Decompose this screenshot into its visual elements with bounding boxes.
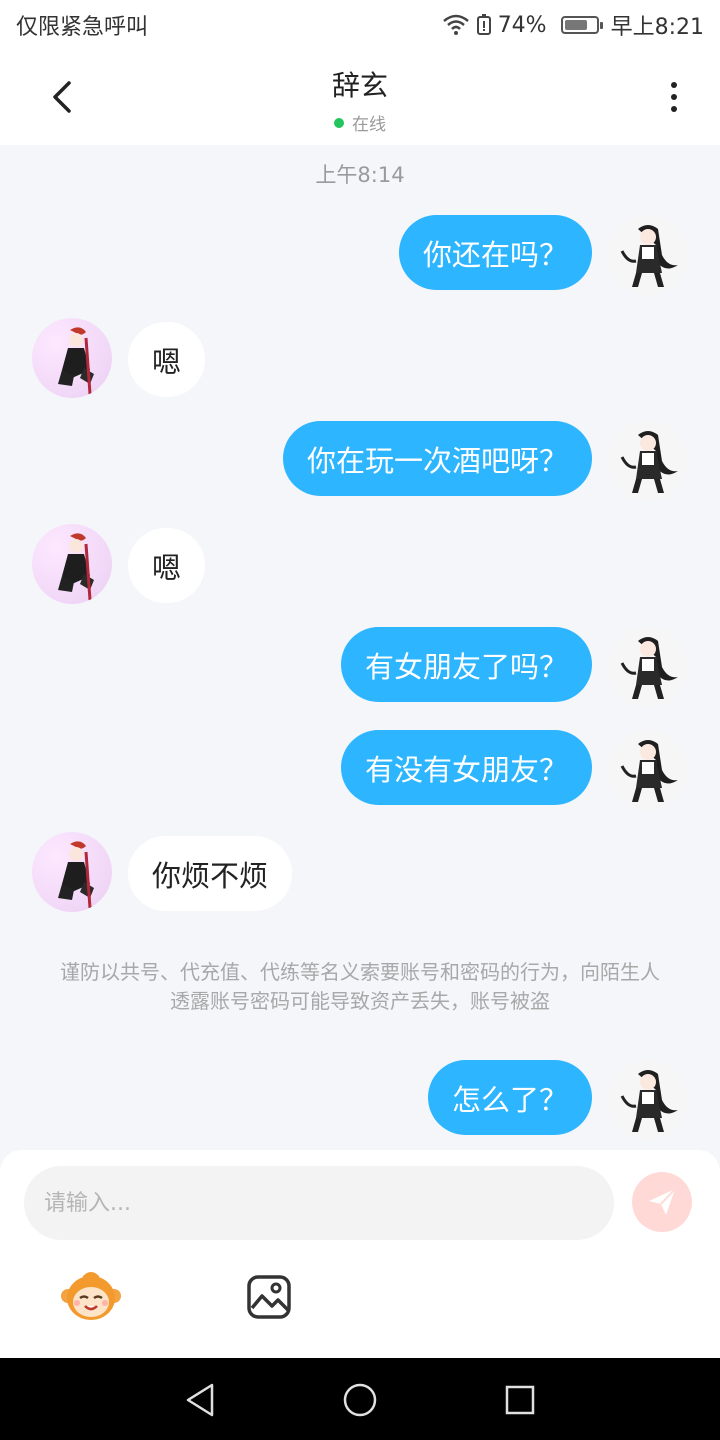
self-avatar[interactable] — [608, 421, 688, 501]
title-wrap: 辞玄 在线 — [0, 64, 720, 135]
message-row-incoming: 嗯 — [0, 318, 720, 400]
message-row-incoming: 嗯 — [0, 524, 720, 606]
girl-avatar-icon — [608, 627, 688, 707]
more-dot — [671, 106, 677, 112]
boy-avatar-icon — [58, 841, 94, 909]
battery-percent: 74% — [497, 12, 547, 38]
boy-avatar-icon — [58, 533, 94, 601]
outgoing-bubble[interactable]: 有女朋友了吗？ — [340, 627, 592, 702]
presence-status: 在线 — [0, 110, 720, 135]
girl-avatar-icon — [608, 215, 688, 295]
peer-avatar[interactable] — [32, 318, 112, 398]
battery-icon — [560, 16, 603, 34]
message-row-outgoing: 有没有女朋友？ — [0, 730, 720, 812]
peer-avatar[interactable] — [32, 524, 112, 604]
self-avatar[interactable] — [608, 627, 688, 707]
incoming-bubble[interactable]: 嗯 — [128, 322, 206, 397]
battery-level — [564, 20, 587, 30]
incoming-bubble[interactable]: 嗯 — [128, 528, 206, 603]
message-row-outgoing: 怎么了？ — [0, 1060, 720, 1142]
emoji-button[interactable] — [60, 1270, 122, 1322]
paper-plane-icon — [649, 1188, 676, 1215]
send-button[interactable] — [632, 1172, 692, 1232]
contact-name: 辞玄 — [331, 69, 388, 102]
presence-label: 在线 — [352, 115, 386, 135]
image-button[interactable] — [246, 1274, 292, 1320]
message-row-incoming: 你烦不烦 — [0, 832, 720, 914]
triangle-back-icon — [186, 1383, 214, 1417]
self-avatar[interactable] — [608, 1060, 688, 1140]
outgoing-bubble[interactable]: 有没有女朋友？ — [340, 730, 592, 805]
system-nav-bar — [0, 1358, 720, 1440]
message-timestamp: 上午8:14 — [315, 163, 405, 187]
more-vertical-icon — [671, 82, 677, 88]
outgoing-bubble[interactable]: 怎么了？ — [427, 1060, 592, 1135]
square-recent-icon — [505, 1385, 535, 1415]
message-row-outgoing: 有女朋友了吗？ — [0, 627, 720, 709]
message-row-outgoing: 你还在吗？ — [0, 215, 720, 297]
outgoing-bubble[interactable]: 你在玩一次酒吧呀？ — [282, 421, 592, 496]
wifi-icon — [442, 14, 469, 35]
monkey-emoji-icon — [61, 1272, 121, 1320]
security-notice: 谨防以共号、代充值、代练等名义索要账号和密码的行为，向陌生人透露账号密码可能导致… — [60, 960, 660, 1013]
composer — [0, 1150, 720, 1358]
nav-home-button[interactable] — [340, 1380, 380, 1420]
message-input[interactable] — [24, 1166, 614, 1240]
status-icons: 74% 早上8:21 — [442, 9, 704, 41]
message-list[interactable]: 上午8:14 你还在吗？ 嗯 你在玩一次酒吧呀？ 嗯 有女朋友了吗？ 有没有女朋… — [0, 145, 720, 1150]
status-bar: 仅限紧急呼叫 74% 早上8:21 — [0, 0, 720, 50]
outgoing-bubble[interactable]: 你还在吗？ — [398, 215, 592, 290]
image-icon — [247, 1275, 291, 1319]
boy-avatar-icon — [58, 327, 94, 395]
clock: 早上8:21 — [610, 15, 704, 40]
carrier-text: 仅限紧急呼叫 — [16, 15, 149, 40]
girl-avatar-icon — [608, 421, 688, 501]
more-dot — [671, 94, 677, 100]
girl-avatar-icon — [608, 730, 688, 810]
peer-avatar[interactable] — [32, 832, 112, 912]
self-avatar[interactable] — [608, 215, 688, 295]
girl-avatar-icon — [608, 1060, 688, 1140]
online-dot — [334, 117, 344, 128]
nav-recent-button[interactable] — [500, 1380, 540, 1420]
battery-alert-icon — [476, 14, 491, 35]
nav-back-button[interactable] — [180, 1380, 220, 1420]
circle-home-icon — [343, 1383, 377, 1417]
chat-header: 辞玄 在线 — [0, 50, 720, 145]
message-row-outgoing: 你在玩一次酒吧呀？ — [0, 421, 720, 503]
incoming-bubble[interactable]: 你烦不烦 — [128, 836, 293, 911]
more-button[interactable] — [652, 72, 696, 122]
self-avatar[interactable] — [608, 730, 688, 810]
